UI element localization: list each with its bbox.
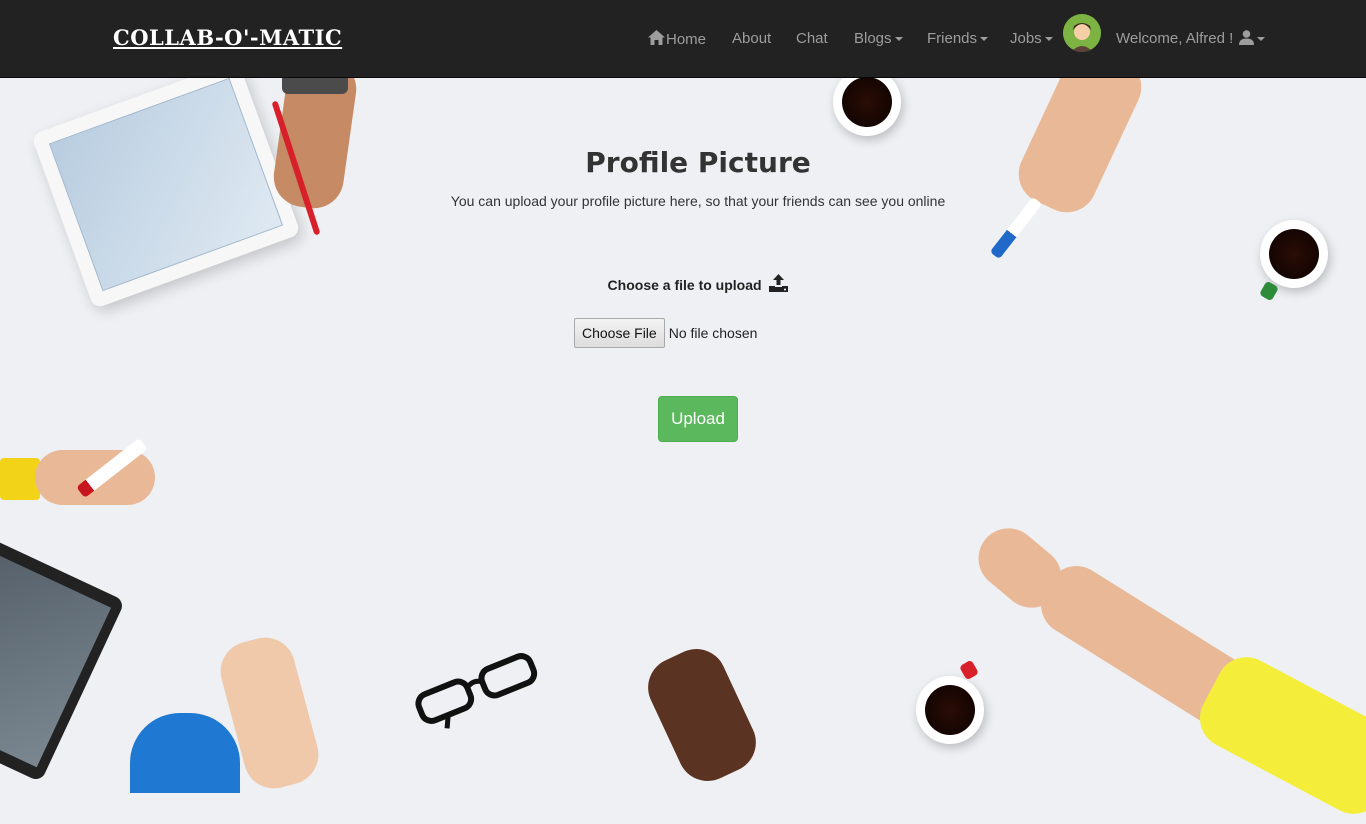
nav-jobs[interactable]: Jobs (1010, 30, 1053, 47)
nav-blogs-label: Blogs (854, 30, 892, 47)
nav-menu: Home About Chat Blogs Friends Jobs Welco… (0, 0, 1366, 78)
nav-friends-label: Friends (927, 30, 978, 47)
nav-home-label: Home (666, 31, 707, 48)
chevron-down-icon (894, 37, 903, 42)
file-input[interactable]: Choose File No file chosen (574, 318, 757, 348)
page-subtitle: You can upload your profile picture here… (450, 193, 946, 209)
navbar: COLLAB-O'-MATIC Home About Chat Blogs Fr… (0, 0, 1366, 78)
nav-user-menu[interactable]: Welcome, Alfred ! (1116, 30, 1266, 47)
welcome-text: Welcome, Alfred ! (1116, 30, 1234, 47)
upload-icon (769, 274, 789, 292)
nav-jobs-label: Jobs (1010, 30, 1042, 47)
chevron-down-icon (1257, 37, 1266, 42)
choose-file-button[interactable]: Choose File (574, 318, 665, 348)
nav-friends[interactable]: Friends (927, 30, 989, 47)
page-title: Profile Picture (585, 146, 811, 179)
choose-file-label-text: Choose a file to upload (607, 277, 762, 293)
nav-about[interactable]: About (732, 30, 771, 47)
avatar-icon (1063, 14, 1101, 52)
nav-home[interactable]: Home (648, 30, 706, 48)
file-status: No file chosen (668, 325, 758, 341)
upload-button[interactable]: Upload (658, 396, 738, 442)
chevron-down-icon (1044, 37, 1053, 42)
nav-blogs[interactable]: Blogs (854, 30, 903, 47)
home-icon (648, 30, 665, 45)
upload-panel: Profile Picture You can upload your prof… (0, 78, 1366, 768)
choose-file-label: Choose a file to upload (0, 274, 1366, 293)
chevron-down-icon (980, 37, 989, 42)
avatar[interactable] (1063, 14, 1101, 52)
nav-chat[interactable]: Chat (796, 30, 828, 47)
user-icon (1239, 30, 1255, 45)
